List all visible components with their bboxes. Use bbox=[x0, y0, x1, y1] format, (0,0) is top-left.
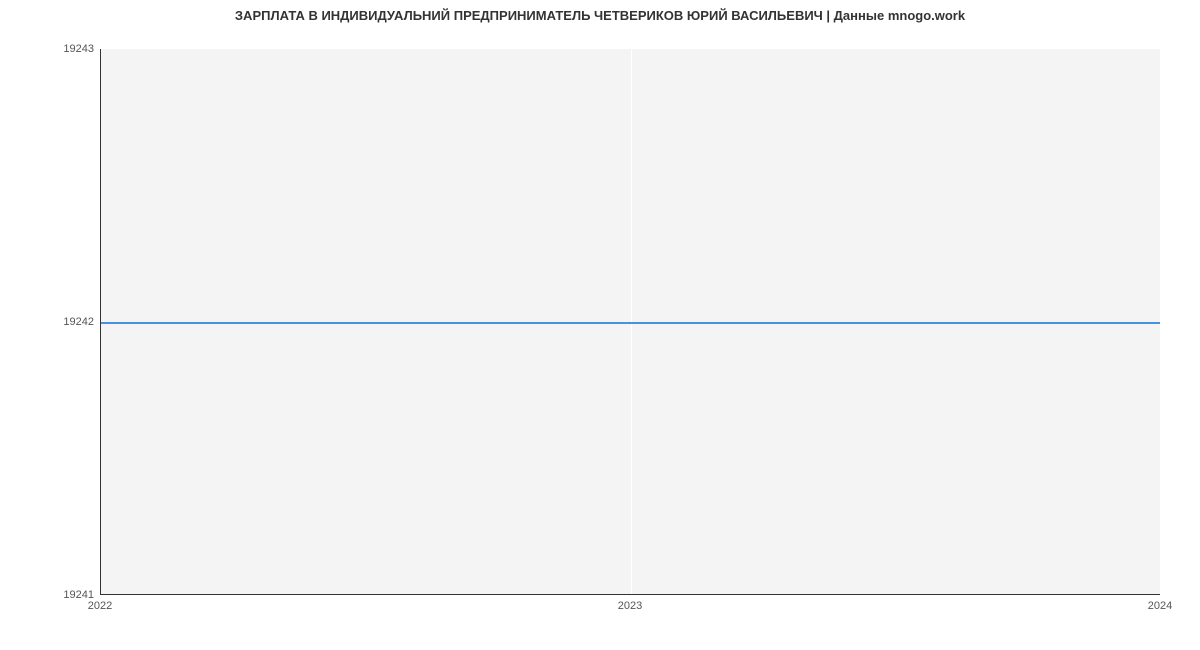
x-tick-label: 2022 bbox=[88, 600, 112, 612]
data-line bbox=[101, 322, 1160, 324]
plot-area bbox=[100, 49, 1160, 595]
x-tick-label: 2023 bbox=[618, 600, 642, 612]
y-tick-label: 19242 bbox=[63, 316, 94, 328]
x-tick-label: 2024 bbox=[1148, 600, 1172, 612]
y-tick-label: 19243 bbox=[63, 43, 94, 55]
chart-title: ЗАРПЛАТА В ИНДИВИДУАЛЬНИЙ ПРЕДПРИНИМАТЕЛ… bbox=[0, 8, 1200, 23]
